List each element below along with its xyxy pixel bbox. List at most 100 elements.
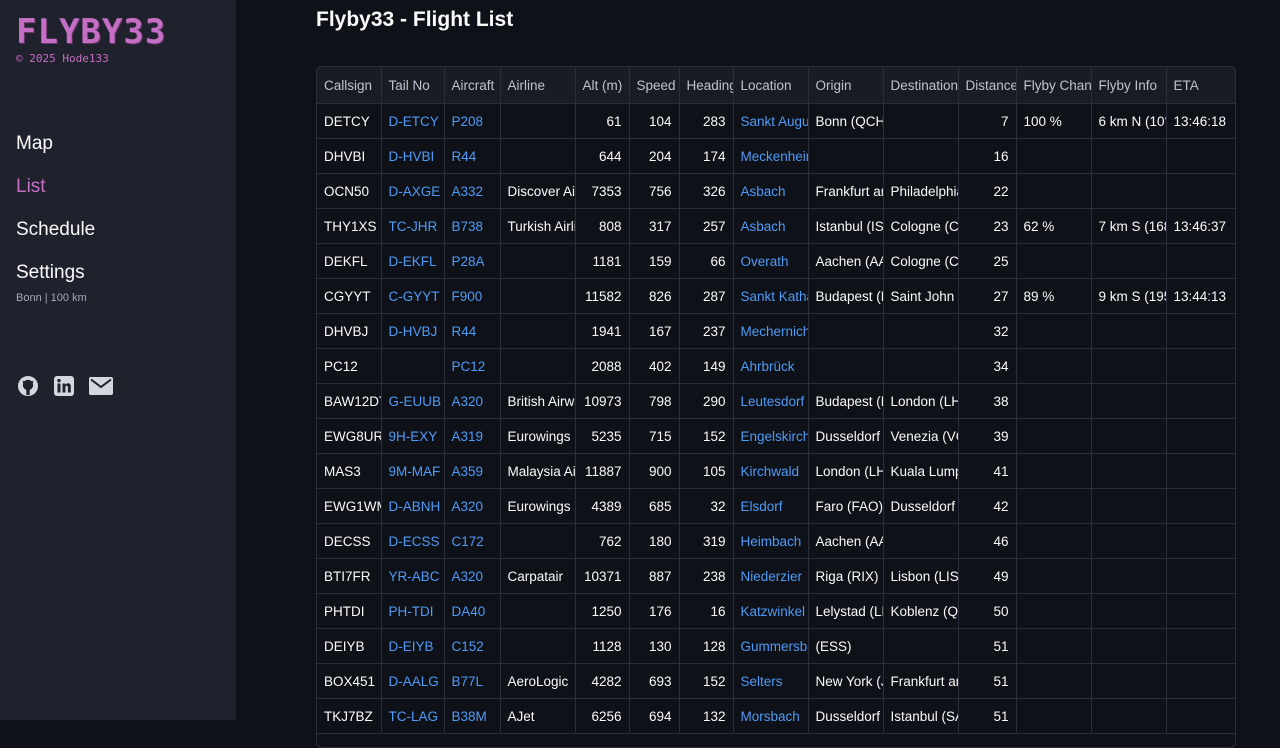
- cell-location[interactable]: Elsdorf: [733, 488, 809, 524]
- column-header-origin[interactable]: Origin: [808, 67, 884, 104]
- cell-callsign: PHTDI: [317, 593, 382, 629]
- column-header-destination[interactable]: Destination: [883, 67, 959, 104]
- table-row[interactable]: PHTDI PH-TDI DA40 1250 176 16 Katzwinkel Lelyst…: [317, 593, 1235, 629]
- cell-tail-no[interactable]: D-AALG: [381, 663, 445, 699]
- table-row[interactable]: BOX451 D-AALG B77L AeroLogic 4282 693 152 Selte…: [317, 663, 1235, 699]
- cell-aircraft[interactable]: PC12: [444, 348, 501, 384]
- cell-location[interactable]: Heimbach: [733, 523, 809, 559]
- cell-aircraft[interactable]: B738: [444, 208, 501, 244]
- cell-location[interactable]: Asbach: [733, 173, 809, 209]
- cell-destination: Dusseldorf: [883, 488, 959, 524]
- table-header-row: Callsign Tail No Aircraft Airline Alt (m…: [317, 67, 1235, 104]
- cell-location[interactable]: Katzwinkel: [733, 593, 809, 629]
- cell-aircraft[interactable]: C152: [444, 628, 501, 664]
- table-row[interactable]: DECSS D-ECSS C172 762 180 319 Heimbach Aachen (…: [317, 523, 1235, 559]
- cell-tail-no[interactable]: D-ETCY: [381, 103, 445, 139]
- table-row[interactable]: BTI7FR YR-ABC A320 Carpatair 10371 887 238 Nied…: [317, 558, 1235, 594]
- cell-location[interactable]: Sankt Katharinen: [733, 278, 809, 314]
- nav-item-schedule[interactable]: Schedule: [16, 219, 95, 241]
- cell-aircraft[interactable]: A332: [444, 173, 501, 209]
- column-header-tail-no[interactable]: Tail No: [381, 67, 445, 104]
- table-row[interactable]: THY1XSTC-JHRB738Turkish Airlines80831725…: [317, 208, 1235, 244]
- email-icon[interactable]: [89, 375, 113, 397]
- table-row[interactable]: DEKFL D-EKFL P28A 1181 159 66 Overath Aachen (A…: [317, 243, 1235, 279]
- cell-aircraft[interactable]: A320: [444, 383, 501, 419]
- cell-location[interactable]: Leutesdorf: [733, 383, 809, 419]
- cell-tail-no[interactable]: D-ECSS: [381, 523, 445, 559]
- cell-location[interactable]: Kirchwald: [733, 453, 809, 489]
- cell-aircraft[interactable]: F900: [444, 278, 501, 314]
- table-row[interactable]: DHVBJ D-HVBJ R44 1941 167 237 Mechernich 32: [317, 313, 1235, 349]
- cell-tail-no[interactable]: YR-ABC: [381, 558, 445, 594]
- cell-tail-no[interactable]: G-EUUB: [381, 383, 445, 419]
- cell-tail-no[interactable]: D-ABNH: [381, 488, 445, 524]
- cell-tail-no[interactable]: D-EIYB: [381, 628, 445, 664]
- cell-location[interactable]: Gummersbach: [733, 628, 809, 664]
- cell-tail-no[interactable]: [381, 348, 445, 384]
- cell-location[interactable]: Asbach: [733, 208, 809, 244]
- cell-aircraft[interactable]: P208: [444, 103, 501, 139]
- table-row[interactable]: BAW12DTG-EUUBA320British Airways10973798…: [317, 383, 1235, 419]
- cell-aircraft[interactable]: P28A: [444, 243, 501, 279]
- column-header-flyby-info[interactable]: Flyby Info: [1091, 67, 1167, 104]
- cell-destination: [883, 523, 959, 559]
- cell-aircraft[interactable]: R44: [444, 138, 501, 174]
- column-header-aircraft[interactable]: Aircraft: [444, 67, 501, 104]
- cell-location[interactable]: Ahrbrück: [733, 348, 809, 384]
- cell-tail-no[interactable]: TC-LAG: [381, 698, 445, 734]
- table-row[interactable]: TKJ7BZ TC-LAG B38M AJet 6256 694 132 Morsbach Du…: [317, 698, 1235, 734]
- cell-aircraft[interactable]: A320: [444, 488, 501, 524]
- cell-tail-no[interactable]: D-AXGE: [381, 173, 445, 209]
- table-row[interactable]: DHVBID-HVBIR44 644204174Meckenheim 16: [317, 138, 1235, 174]
- column-header-eta[interactable]: ETA: [1166, 67, 1235, 104]
- cell-aircraft[interactable]: R44: [444, 313, 501, 349]
- cell-tail-no[interactable]: 9M-MAF: [381, 453, 445, 489]
- cell-tail-no[interactable]: TC-JHR: [381, 208, 445, 244]
- table-row[interactable]: MAS39M-MAFA359Malaysia Airlines118879001…: [317, 453, 1235, 489]
- column-header-location[interactable]: Location: [733, 67, 809, 104]
- cell-location[interactable]: Mechernich: [733, 313, 809, 349]
- cell-location[interactable]: Sankt Augustin: [733, 103, 809, 139]
- table-row[interactable]: EWG8UR 9H-EXY A319 Eurowings 5235 715 152 Engel…: [317, 418, 1235, 454]
- cell-location[interactable]: Morsbach: [733, 698, 809, 734]
- cell-location[interactable]: Overath: [733, 243, 809, 279]
- cell-tail-no[interactable]: D-HVBI: [381, 138, 445, 174]
- column-header-airline[interactable]: Airline: [500, 67, 576, 104]
- nav-item-list[interactable]: List: [16, 176, 46, 198]
- column-header-altitude[interactable]: Alt (m): [575, 67, 630, 104]
- cell-location[interactable]: Meckenheim: [733, 138, 809, 174]
- cell-aircraft[interactable]: A319: [444, 418, 501, 454]
- column-header-speed[interactable]: Speed (: [629, 67, 680, 104]
- cell-location[interactable]: Niederzier: [733, 558, 809, 594]
- cell-aircraft[interactable]: B38M: [444, 698, 501, 734]
- nav-item-map[interactable]: Map: [16, 133, 53, 155]
- flight-table[interactable]: Callsign Tail No Aircraft Airline Alt (m…: [316, 66, 1236, 748]
- column-header-distance[interactable]: Distance: [958, 67, 1017, 104]
- cell-aircraft[interactable]: C172: [444, 523, 501, 559]
- cell-location[interactable]: Engelskirchen: [733, 418, 809, 454]
- table-row[interactable]: EWG1WMD-ABNHA320Eurowings438968532Elsdor…: [317, 488, 1235, 524]
- cell-tail-no[interactable]: D-HVBJ: [381, 313, 445, 349]
- cell-tail-no[interactable]: D-EKFL: [381, 243, 445, 279]
- column-header-callsign[interactable]: Callsign: [317, 67, 382, 104]
- cell-aircraft[interactable]: DA40: [444, 593, 501, 629]
- cell-destination: London (LHR): [883, 383, 959, 419]
- nav-item-settings[interactable]: Settings: [16, 262, 85, 284]
- linkedin-icon[interactable]: [53, 375, 75, 397]
- cell-tail-no[interactable]: 9H-EXY: [381, 418, 445, 454]
- cell-aircraft[interactable]: B77L: [444, 663, 501, 699]
- cell-location[interactable]: Selters: [733, 663, 809, 699]
- cell-aircraft[interactable]: A359: [444, 453, 501, 489]
- github-icon[interactable]: [17, 375, 39, 397]
- column-header-flyby-chance[interactable]: Flyby Chance: [1016, 67, 1092, 104]
- cell-aircraft[interactable]: A320: [444, 558, 501, 594]
- table-row[interactable]: PC12 PC12 2088 402 149 Ahrbrück 34: [317, 348, 1235, 384]
- cell-tail-no[interactable]: C-GYYT: [381, 278, 445, 314]
- column-header-heading[interactable]: Heading: [679, 67, 734, 104]
- table-row[interactable]: DETCYD-ETCYP208 61104283Sankt AugustinBon…: [317, 103, 1235, 139]
- table-row[interactable]: DEIYBD-EIYBC152 1128130128Gummersbach(ESS…: [317, 628, 1235, 664]
- table-row[interactable]: CGYYTC-GYYTF900 11582826287Sankt Katharin…: [317, 278, 1235, 314]
- cell-tail-no[interactable]: PH-TDI: [381, 593, 445, 629]
- table-row[interactable]: OCN50D-AXGEA332Discover Airlines73537563…: [317, 173, 1235, 209]
- cell-heading: 16: [679, 593, 734, 629]
